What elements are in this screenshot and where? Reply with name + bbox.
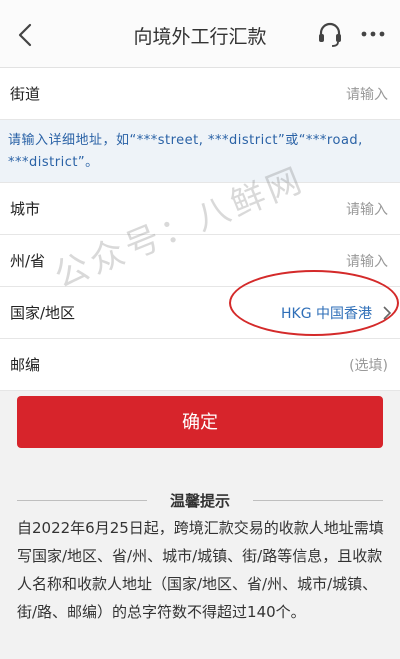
province-field[interactable]: 州/省 请输入 bbox=[0, 235, 400, 287]
tips-body: 自2022年6月25日起，跨境汇款交易的收款人地址需填写国家/地区、省/州、城市… bbox=[17, 519, 384, 621]
country-value[interactable]: HKG 中国香港 bbox=[281, 303, 372, 323]
confirm-button[interactable]: 确定 bbox=[17, 396, 383, 448]
address-hint: 请输入详细地址，如“***street, ***district”或“***ro… bbox=[0, 120, 400, 183]
headset-icon[interactable] bbox=[316, 20, 344, 48]
street-field[interactable]: 街道 请输入 bbox=[0, 68, 400, 120]
more-dots-icon[interactable] bbox=[358, 26, 388, 42]
tips-header: 温馨提示 bbox=[17, 488, 383, 512]
country-field[interactable]: 国家/地区 HKG 中国香港 bbox=[0, 287, 400, 339]
postcode-label: 邮编 bbox=[10, 356, 41, 374]
city-label: 城市 bbox=[10, 200, 41, 218]
postcode-field[interactable]: 邮编 (选填) bbox=[0, 339, 400, 391]
postcode-input[interactable]: (选填) bbox=[349, 355, 388, 375]
province-input[interactable]: 请输入 bbox=[346, 251, 388, 271]
city-input[interactable]: 请输入 bbox=[346, 199, 388, 219]
country-label: 国家/地区 bbox=[10, 304, 76, 322]
street-label: 街道 bbox=[10, 85, 41, 103]
street-input[interactable]: 请输入 bbox=[346, 84, 388, 104]
divider bbox=[253, 500, 383, 501]
chevron-right-icon[interactable] bbox=[382, 305, 392, 321]
address-form: 街道 请输入 请输入详细地址，如“***street, ***district”… bbox=[0, 68, 400, 391]
province-label: 州/省 bbox=[10, 252, 46, 270]
city-field[interactable]: 城市 请输入 bbox=[0, 183, 400, 235]
nav-bar: 向境外工行汇款 bbox=[0, 0, 400, 68]
